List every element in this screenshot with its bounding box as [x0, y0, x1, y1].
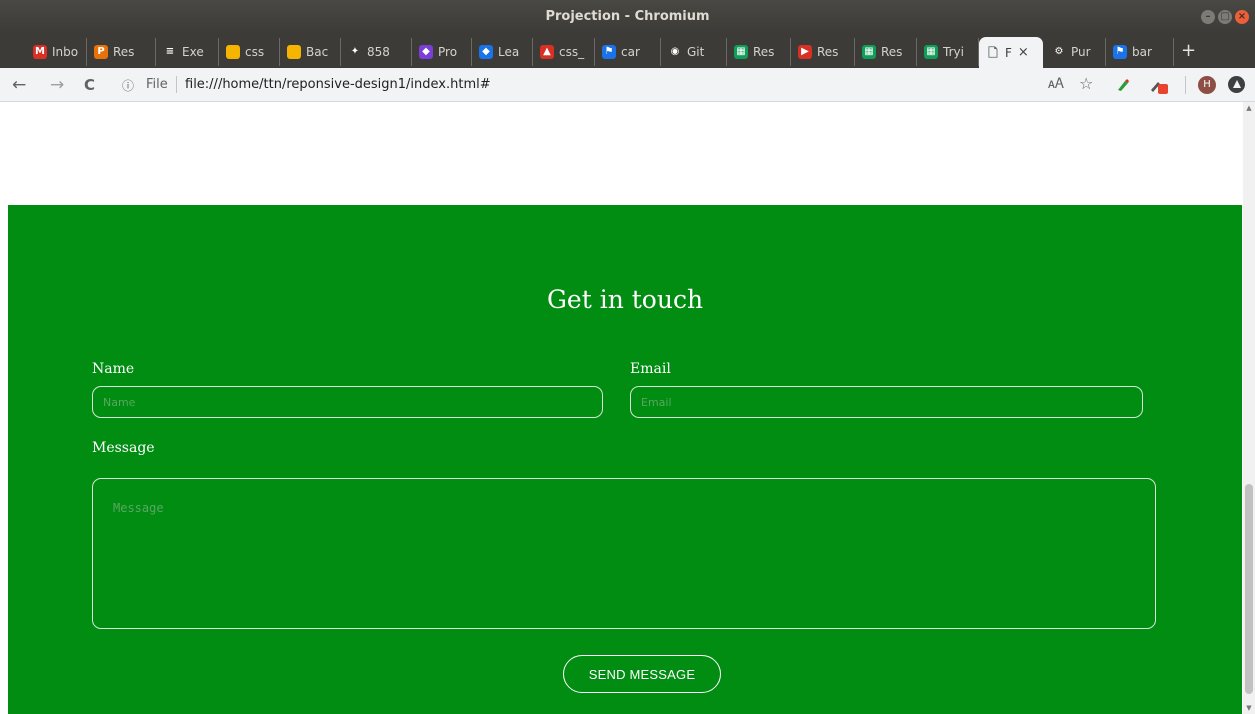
flag-icon: ⚑	[1113, 45, 1127, 59]
tab-10[interactable]: ◉ Git	[661, 38, 727, 66]
tab-13[interactable]: ▦ Res	[855, 38, 917, 66]
bookmark-star-icon[interactable]: ☆	[1079, 74, 1093, 93]
title-bar: Projection - Chromium – □ ×	[0, 0, 1255, 33]
minimize-icon[interactable]: –	[1201, 10, 1215, 24]
tab-15[interactable]: 🗋 F ×	[979, 37, 1043, 68]
browser-window: Projection - Chromium – □ × + M Inbo P Res ≡…	[0, 0, 1255, 714]
tab-5[interactable]: ✦ 858	[341, 38, 412, 66]
list-icon: ≡	[163, 45, 177, 59]
message-label: Message	[92, 440, 155, 456]
pinwheel-icon: ✦	[348, 45, 362, 59]
extension-colorpicker-icon[interactable]	[1149, 76, 1171, 96]
tab-label: Git	[687, 45, 705, 59]
name-input[interactable]	[92, 386, 603, 418]
translate-icon[interactable]: 🗚	[1048, 76, 1064, 92]
tab-17[interactable]: ⚑ bar	[1106, 38, 1174, 66]
tab-label: Pur	[1071, 45, 1091, 59]
tab-label: car	[621, 45, 640, 59]
window-controls: – □ ×	[1201, 10, 1249, 24]
profile-avatar[interactable]: H	[1198, 76, 1216, 94]
contact-heading: Get in touch	[546, 285, 704, 314]
youtube-icon: ▶	[798, 45, 812, 59]
pinterest-icon: P	[94, 45, 108, 59]
maximize-icon[interactable]: □	[1218, 10, 1232, 24]
tab-label: css_	[559, 45, 585, 59]
url-text[interactable]: file:///home/ttn/reponsive-design1/index…	[185, 77, 491, 92]
tab-strip: + M Inbo P Res ≡ Exe css Bac ✦ 858 ◆ Pro ◆ Lea ▲ css_ ⚑ c…	[0, 33, 1255, 68]
tab-0[interactable]: M Inbo	[26, 38, 87, 66]
slides-icon	[226, 45, 240, 59]
close-icon[interactable]: ×	[1235, 10, 1249, 24]
tab-12[interactable]: ▶ Res	[791, 38, 855, 66]
scrollbar-thumb[interactable]	[1245, 484, 1253, 694]
colorful-icon: ◆	[479, 45, 493, 59]
browser-toolbar: ← → C ⓘ File file:///home/ttn/reponsive-…	[0, 68, 1255, 102]
tab-label: F	[1005, 45, 1012, 60]
toolbar-divider	[1185, 76, 1186, 94]
sheet-icon: ▦	[924, 45, 938, 59]
reload-icon[interactable]: C	[84, 76, 95, 94]
name-label: Name	[92, 361, 135, 377]
tab-11[interactable]: ▦ Res	[727, 38, 791, 66]
info-icon[interactable]: ⓘ	[122, 77, 134, 94]
forward-icon[interactable]: →	[50, 75, 64, 95]
slides-icon	[287, 45, 301, 59]
tab-label: bar	[1132, 45, 1152, 59]
tab-3[interactable]: css	[219, 38, 280, 66]
file-icon: 🗋	[988, 45, 998, 60]
send-message-button[interactable]: SEND MESSAGE	[563, 655, 721, 693]
tab-label: Res	[817, 45, 839, 59]
gear-icon: ⚙	[1052, 45, 1066, 59]
email-label: Email	[630, 361, 671, 377]
sheet-icon: ▦	[862, 45, 876, 59]
tab-6[interactable]: ◆ Pro	[412, 38, 472, 66]
address-bar[interactable]: ⓘ File file:///home/ttn/reponsive-design…	[116, 72, 1022, 98]
new-tab-icon[interactable]: +	[1181, 42, 1196, 60]
tab-label: Res	[113, 45, 135, 59]
tab-label: Lea	[498, 45, 520, 59]
flag-icon: ⚑	[602, 45, 616, 59]
tab-label: 858	[367, 45, 390, 59]
tab-7[interactable]: ◆ Lea	[472, 38, 533, 66]
github-icon: ◉	[668, 45, 682, 59]
tab-9[interactable]: ⚑ car	[595, 38, 661, 66]
tab-label: Bac	[306, 45, 329, 59]
extension-brush-icon[interactable]	[1115, 77, 1131, 93]
tab-2[interactable]: ≡ Exe	[156, 38, 219, 66]
image-icon: ▲	[540, 45, 554, 59]
contact-section: Get in touch Name Email Message SEND MES…	[8, 205, 1242, 714]
tab-label: Res	[753, 45, 775, 59]
tab-16[interactable]: ⚙ Pur	[1045, 38, 1106, 66]
colorful-icon: ◆	[419, 45, 433, 59]
window-title: Projection - Chromium	[545, 9, 710, 24]
page-viewport: ▲ ▼ Get in touch Name Email Message SEND…	[0, 102, 1255, 714]
scrollbar[interactable]: ▲ ▼	[1243, 102, 1255, 714]
tab-8[interactable]: ▲ css_	[533, 38, 595, 66]
tab-14[interactable]: ▦ Tryi	[917, 38, 979, 66]
omnibox-divider	[176, 76, 177, 93]
sheet-icon: ▦	[734, 45, 748, 59]
back-icon[interactable]: ←	[12, 75, 26, 95]
scroll-up-icon[interactable]: ▲	[1245, 104, 1253, 112]
tab-close-icon[interactable]: ×	[1018, 45, 1029, 60]
tab-1[interactable]: P Res	[87, 38, 156, 66]
tab-label: css	[245, 45, 265, 59]
update-menu-icon[interactable]	[1228, 76, 1245, 93]
message-textarea[interactable]	[92, 478, 1156, 629]
tab-label: Pro	[438, 45, 458, 59]
gmail-icon: M	[33, 45, 47, 59]
tab-label: Inbo	[52, 45, 79, 59]
email-input[interactable]	[630, 386, 1143, 418]
tab-4[interactable]: Bac	[280, 38, 341, 66]
tab-label: Res	[881, 45, 903, 59]
scroll-down-icon[interactable]: ▼	[1245, 704, 1253, 712]
tab-label: Exe	[182, 45, 204, 59]
scheme-label: File	[146, 77, 168, 92]
tab-label: Tryi	[943, 45, 964, 59]
